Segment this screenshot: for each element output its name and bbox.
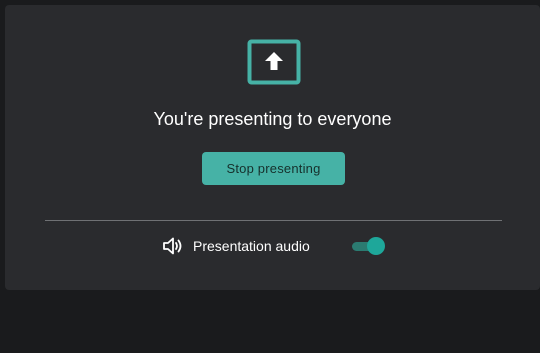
presentation-audio-toggle[interactable] <box>350 237 386 255</box>
presenting-panel: You're presenting to everyone Stop prese… <box>5 5 540 290</box>
stop-presenting-button[interactable]: Stop presenting <box>202 152 345 185</box>
divider <box>45 220 502 221</box>
speaker-icon <box>163 237 182 255</box>
presentation-audio-row: Presentation audio <box>5 233 540 259</box>
presenting-title: You're presenting to everyone <box>153 109 392 129</box>
present-to-all-icon <box>247 39 301 85</box>
presentation-audio-label: Presentation audio <box>193 238 310 254</box>
toggle-thumb <box>367 237 385 255</box>
